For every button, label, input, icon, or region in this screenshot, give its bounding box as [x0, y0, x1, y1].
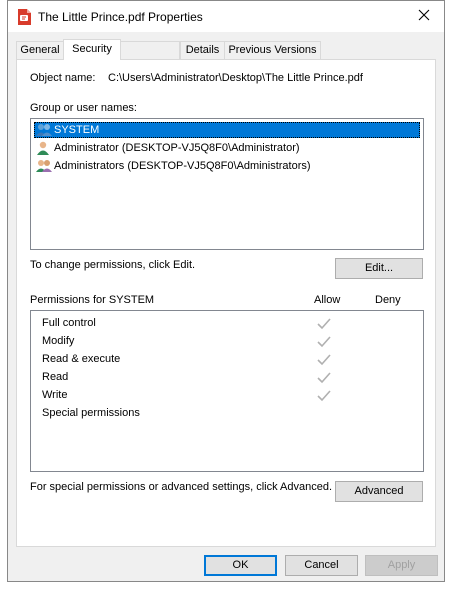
allow-check-icon — [317, 390, 331, 402]
allow-check-icon — [317, 354, 331, 366]
object-name-label: Object name: — [30, 72, 96, 84]
object-name-value: C:\Users\Administrator\Desktop\The Littl… — [108, 72, 363, 84]
deny-column-header: Deny — [375, 294, 401, 306]
tab-general[interactable]: General — [16, 41, 64, 59]
allow-column-header: Allow — [314, 294, 341, 306]
permission-row: Write — [42, 389, 68, 401]
security-panel: Object name: C:\Users\Administrator\Desk… — [16, 59, 436, 547]
allow-check-icon — [317, 336, 331, 348]
tab-security[interactable]: Security — [63, 39, 121, 60]
permission-row: Modify — [42, 335, 75, 347]
properties-window: The Little Prince.pdf Properties General… — [7, 0, 445, 582]
tab-details[interactable]: Details — [180, 41, 225, 59]
close-icon — [418, 9, 430, 24]
list-item[interactable]: SYSTEM — [34, 122, 420, 138]
change-permissions-text: To change permissions, click Edit. — [30, 259, 196, 271]
allow-check-icon — [317, 372, 331, 384]
advanced-settings-text: For special permissions or advanced sett… — [30, 481, 333, 493]
list-item[interactable]: Administrator (DESKTOP-VJ5Q8F0\Administr… — [34, 140, 420, 156]
permissions-list[interactable]: Full control Modify Read & execute Read … — [30, 310, 424, 472]
permission-row: Special permissions — [42, 407, 140, 419]
apply-button[interactable]: Apply — [365, 555, 438, 576]
tab-previous-versions[interactable]: Previous Versions — [224, 41, 321, 59]
user-icon — [36, 141, 52, 155]
ok-button[interactable]: OK — [204, 555, 277, 576]
group-users-icon — [36, 123, 52, 137]
close-button[interactable] — [404, 1, 444, 32]
pdf-file-icon — [17, 9, 31, 25]
group-names-label: Group or user names: — [30, 102, 137, 114]
group-user-list[interactable]: SYSTEM Administrator (DESKTOP-VJ5Q8F0\Ad… — [30, 118, 424, 250]
user-name: Administrators (DESKTOP-VJ5Q8F0\Administ… — [54, 160, 311, 172]
permission-row: Full control — [42, 317, 96, 329]
user-name: SYSTEM — [54, 124, 100, 136]
permission-row: Read — [42, 371, 69, 383]
list-item[interactable]: Administrators (DESKTOP-VJ5Q8F0\Administ… — [34, 158, 420, 174]
tab-spacer — [120, 41, 180, 59]
cancel-button[interactable]: Cancel — [285, 555, 358, 576]
permissions-header: Permissions for SYSTEM — [30, 294, 155, 306]
permission-row: Read & execute — [42, 353, 121, 365]
group-users-icon — [36, 159, 52, 173]
window-title: The Little Prince.pdf Properties — [38, 10, 203, 24]
edit-button[interactable]: Edit... — [335, 258, 423, 279]
title-bar[interactable]: The Little Prince.pdf Properties — [8, 1, 444, 32]
advanced-button[interactable]: Advanced — [335, 481, 423, 502]
allow-check-icon — [317, 318, 331, 330]
user-name: Administrator (DESKTOP-VJ5Q8F0\Administr… — [54, 142, 300, 154]
